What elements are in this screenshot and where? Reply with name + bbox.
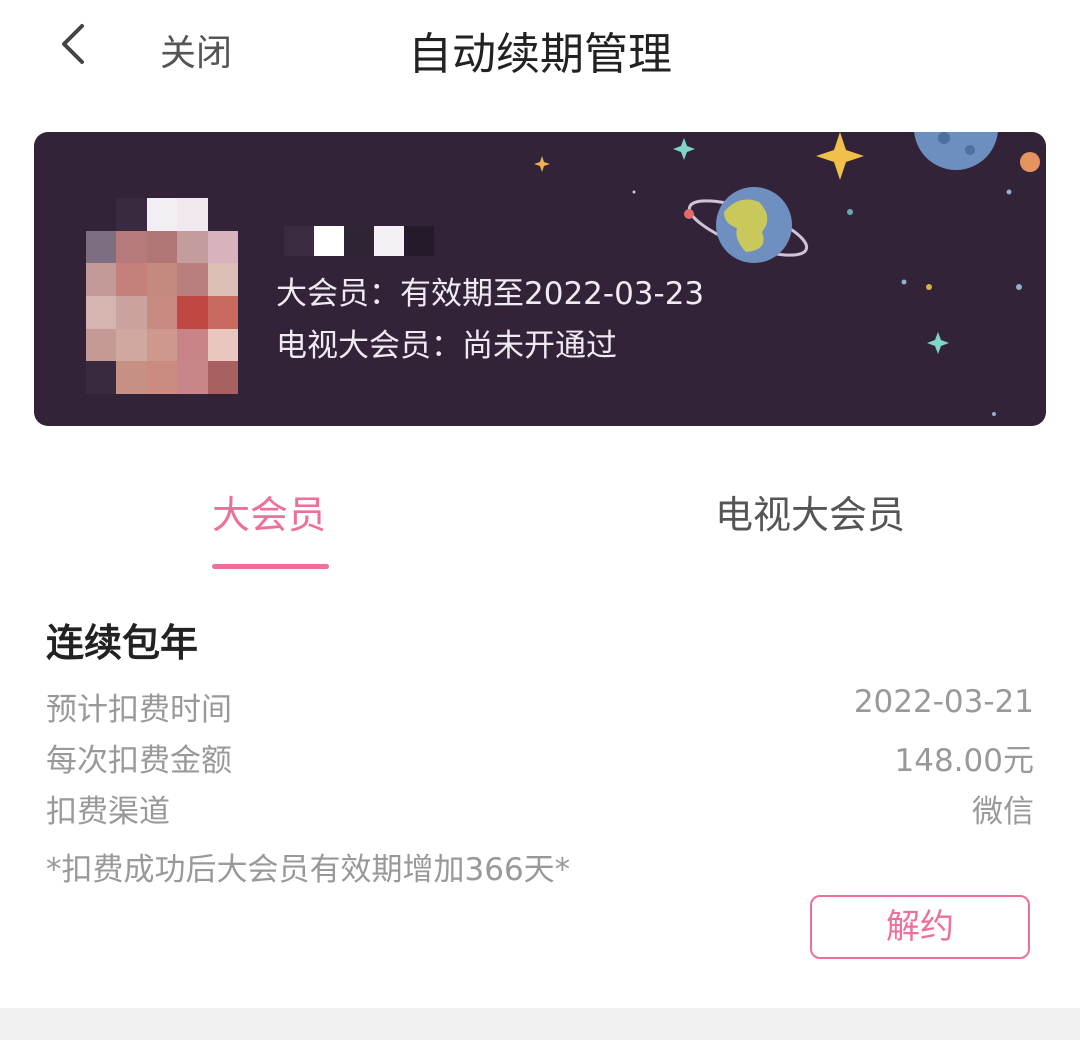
cancel-subscription-button[interactable]: 解约	[810, 895, 1030, 959]
row-label: 扣费渠道	[46, 794, 170, 830]
username-redacted	[284, 226, 434, 256]
nav-bar: 关闭 自动续期管理	[0, 0, 1080, 90]
row-label: 每次扣费金额	[46, 743, 232, 779]
active-tab-indicator	[212, 564, 329, 569]
plan-title: 连续包年	[46, 621, 199, 665]
tab-bar: 大会员 电视大会员	[0, 470, 1080, 580]
row-value: 微信	[972, 794, 1034, 830]
detail-row-amount: 每次扣费金额 148.00元	[46, 735, 1034, 779]
footer-strip	[0, 1008, 1080, 1040]
detail-row-channel: 扣费渠道 微信	[46, 786, 1034, 830]
page-title: 自动续期管理	[408, 29, 672, 80]
renewal-note: *扣费成功后大会员有效期增加366天*	[46, 852, 571, 888]
avatar	[86, 198, 238, 394]
tab-vip[interactable]: 大会员	[212, 484, 326, 539]
detail-row-date: 预计扣费时间 2022-03-21	[46, 684, 1034, 728]
tv-vip-status: 电视大会员：尚未开通过	[276, 328, 617, 364]
row-label: 预计扣费时间	[46, 692, 232, 728]
tab-tv-vip[interactable]: 电视大会员	[715, 484, 905, 539]
vip-status: 大会员：有效期至2022-03-23	[276, 276, 705, 312]
membership-card: 大会员：有效期至2022-03-23 电视大会员：尚未开通过	[34, 132, 1046, 426]
row-value: 148.00元	[894, 743, 1034, 779]
row-value: 2022-03-21	[853, 684, 1034, 720]
